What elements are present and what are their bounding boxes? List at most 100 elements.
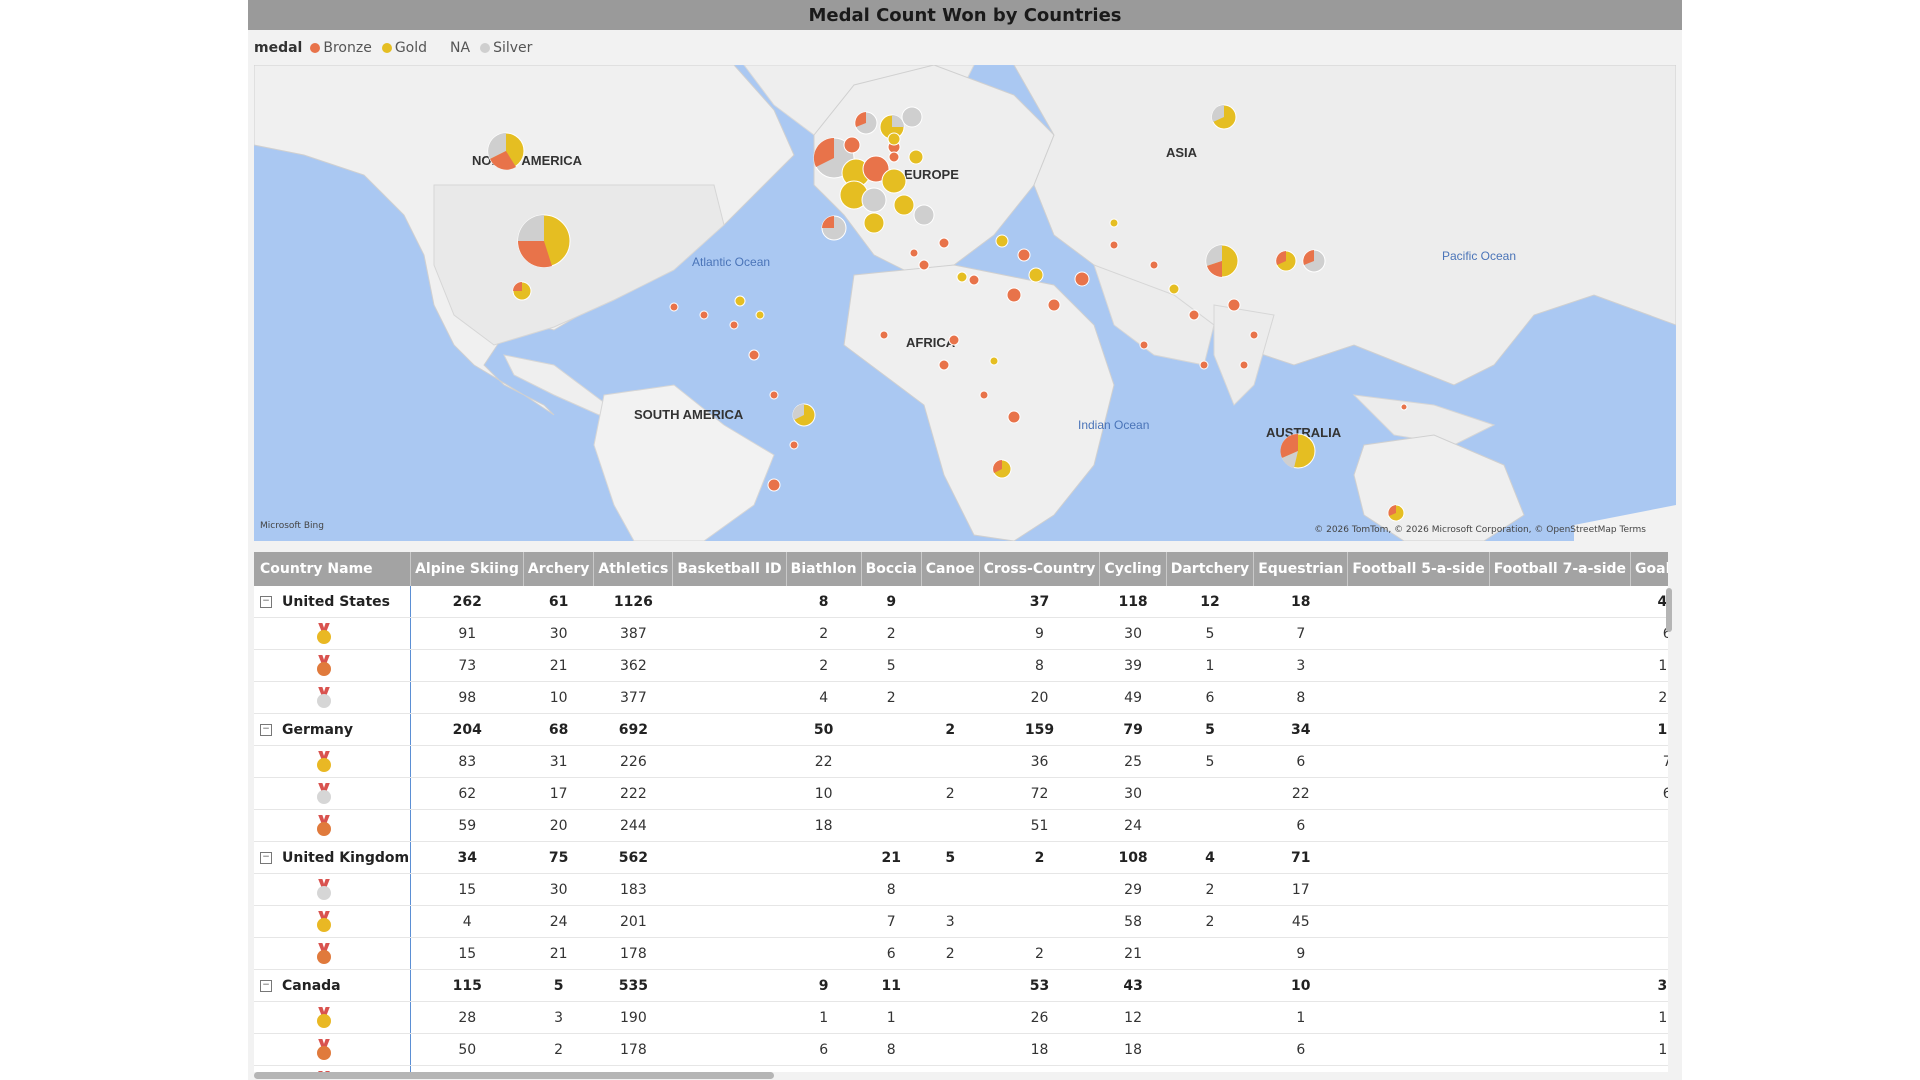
table-cell: 5 — [921, 841, 980, 874]
table-cell: 9 — [979, 617, 1100, 650]
table-cell — [672, 713, 787, 746]
silver-medal-icon — [316, 782, 332, 805]
bubble-south-africa[interactable] — [992, 459, 1012, 479]
country-cell[interactable]: − United Kingdom — [254, 841, 412, 874]
medal-row[interactable]: 283190112612112 — [254, 1001, 1668, 1034]
table-cell: 59 — [410, 809, 524, 842]
medal-cell — [254, 617, 412, 650]
column-header[interactable]: Biathlon — [786, 552, 862, 586]
table-cell: 43 — [1099, 969, 1167, 1002]
table-cell: 183 — [593, 873, 673, 906]
table-cell — [672, 681, 787, 714]
table-cell: 377 — [593, 681, 673, 714]
legend-item-na[interactable]: NA — [437, 40, 470, 56]
medal-cell — [254, 745, 412, 778]
collapse-icon[interactable]: − — [260, 979, 272, 992]
medal-row[interactable]: 4 24 201 7 3 58 2 45 — [254, 905, 1668, 938]
collapse-icon[interactable]: − — [260, 595, 272, 608]
silver-medal-icon — [316, 878, 332, 901]
column-header[interactable]: Basketball ID — [672, 552, 787, 586]
column-header[interactable]: Alpine Skiing — [410, 552, 524, 586]
column-header[interactable]: Dartchery — [1166, 552, 1255, 586]
vertical-scrollbar[interactable] — [1666, 588, 1672, 632]
bubble-usa[interactable] — [517, 214, 571, 268]
column-header[interactable]: Athletics — [593, 552, 674, 586]
bubble-canada[interactable] — [487, 132, 525, 170]
bronze-medal-icon — [316, 654, 332, 677]
table-cell: 6 — [786, 1033, 862, 1066]
table-cell: 1 — [1253, 1001, 1348, 1034]
table-cell — [1489, 745, 1631, 778]
country-cell[interactable]: − United States — [254, 586, 412, 618]
medal-row[interactable]: 15 30 183 8 29 2 17 — [254, 873, 1668, 906]
collapse-icon[interactable]: − — [260, 723, 272, 736]
column-header[interactable]: Canoe — [921, 552, 980, 586]
table-cell: 24 — [1099, 809, 1167, 842]
table-cell — [861, 745, 922, 778]
table-cell: 91 — [410, 617, 524, 650]
legend-item-bronze[interactable]: Bronze — [310, 40, 372, 56]
label-asia: ASIA — [1166, 145, 1198, 160]
country-row[interactable]: −United States2626111268937118121848 — [254, 586, 1668, 618]
table-cell: 18 — [1099, 1033, 1167, 1066]
table-cell — [1630, 809, 1668, 842]
column-header[interactable]: Cross-Country — [979, 552, 1101, 586]
column-header[interactable]: Archery — [523, 552, 595, 586]
column-header[interactable]: Cycling — [1099, 552, 1167, 586]
medal-row[interactable]: 8331226 22 362556 7 — [254, 745, 1668, 778]
column-header[interactable]: Football 5-a-side — [1347, 552, 1490, 586]
matrix-table[interactable]: Country Name Alpine Skiing Archery Athletic… — [254, 552, 1668, 1072]
bubble-brazil[interactable] — [792, 403, 816, 427]
table-cell: 262 — [410, 586, 524, 618]
country-cell[interactable]: − Germany — [254, 713, 412, 746]
bing-logo: Microsoft Bing — [260, 521, 324, 531]
medal-row[interactable]: 6217222 10 27230 22 6 — [254, 777, 1668, 810]
table-cell — [1489, 713, 1631, 746]
medal-row[interactable]: 9810377 42 204968 24 — [254, 681, 1668, 714]
bubble-australia[interactable] — [1280, 433, 1316, 469]
legend-item-silver[interactable]: Silver — [480, 40, 532, 56]
map-credit[interactable]: © 2026 TomTom, © 2026 Microsoft Corporat… — [1314, 525, 1646, 535]
title-bar: Medal Count Won by Countries — [248, 0, 1682, 30]
medal-row[interactable]: 7321362 25 83913 18 — [254, 649, 1668, 682]
country-row[interactable]: −Canada115553591153431030 — [254, 969, 1668, 1002]
column-header[interactable]: Equestrian — [1253, 552, 1349, 586]
table-cell — [672, 745, 787, 778]
country-row[interactable]: −Germany204686925021597953413 — [254, 713, 1668, 746]
medal-cell — [254, 777, 412, 810]
country-cell[interactable]: − Canada — [254, 969, 412, 1002]
world-map[interactable]: NORTH AMERICA EUROPE ASIA AFRICA SOUTH A… — [254, 65, 1676, 541]
legend-item-gold[interactable]: Gold — [381, 40, 427, 56]
column-header[interactable]: Football 7-a-side — [1489, 552, 1632, 586]
map-svg: NORTH AMERICA EUROPE ASIA AFRICA SOUTH A… — [254, 65, 1676, 541]
column-header[interactable]: Goalball — [1630, 552, 1668, 586]
table-cell: 4 — [410, 905, 524, 938]
table-cell: 48 — [1630, 586, 1668, 618]
country-row[interactable]: − United Kingdom 34 75 562 21 5 2 108 4 71 — [254, 841, 1668, 874]
column-header[interactable]: Country Name — [254, 552, 412, 586]
table-cell: 71 — [1253, 841, 1348, 874]
medal-row[interactable]: 913038722930576 — [254, 617, 1668, 650]
table-cell: 30 — [1099, 777, 1167, 810]
bubble-mexico[interactable] — [512, 281, 532, 301]
table-cell: 7 — [1253, 617, 1348, 650]
table-cell — [672, 905, 787, 938]
medal-row[interactable]: 502178681818612 — [254, 1033, 1668, 1066]
table-cell: 1 — [1166, 649, 1254, 682]
medal-row[interactable]: 59 20 244 18 51 24 6 — [254, 809, 1668, 842]
table-cell — [1489, 681, 1631, 714]
column-header[interactable]: Boccia — [861, 552, 922, 586]
medal-row[interactable]: 15 21 178 6 2 2 21 9 — [254, 937, 1668, 970]
table-cell — [1489, 937, 1631, 970]
report-title: Medal Count Won by Countries — [808, 4, 1122, 26]
table-cell: 53 — [979, 969, 1100, 1002]
horizontal-scrollbar[interactable] — [254, 1072, 774, 1079]
bubble-new-zealand[interactable] — [1387, 504, 1405, 522]
table-cell: 61 — [523, 586, 594, 618]
table-cell: 3 — [1253, 1065, 1348, 1072]
bubble-russia[interactable] — [1211, 104, 1237, 130]
collapse-icon[interactable]: − — [260, 851, 272, 864]
table-cell — [1166, 937, 1254, 970]
bubble-china[interactable] — [1205, 244, 1239, 278]
table-cell — [1347, 617, 1490, 650]
